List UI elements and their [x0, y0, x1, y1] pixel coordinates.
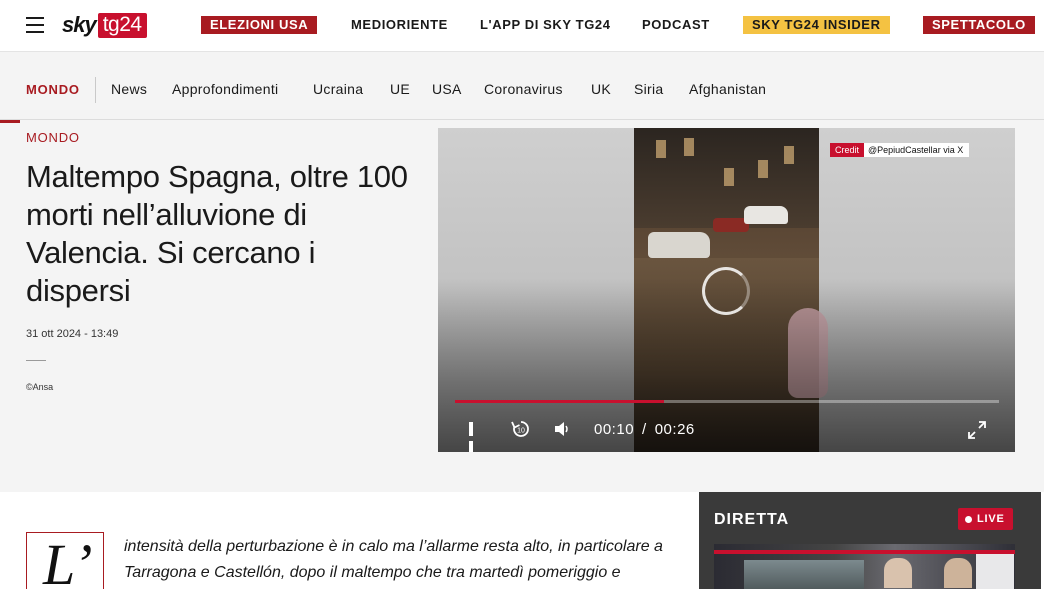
thumb-presenter	[944, 558, 972, 588]
video-window	[784, 146, 794, 164]
sky-tg24-logo[interactable]: sky tg24	[62, 12, 147, 38]
video-time-separator: /	[642, 421, 647, 438]
live-title: DIRETTA	[714, 511, 790, 528]
section-nav-afghanistan[interactable]: Afghanistan	[689, 81, 766, 97]
nav-spettacolo[interactable]: SPETTACOLO	[923, 16, 1035, 34]
article-body: L’ intensità della perturbazione è in ca…	[0, 492, 698, 589]
svg-text:10: 10	[517, 428, 525, 435]
top-header: sky tg24 ELEZIONI USA MEDIORIENTE L'APP …	[0, 0, 1044, 52]
video-current-time: 00:10	[594, 421, 635, 438]
section-nav-uk[interactable]: UK	[591, 81, 611, 97]
article-hero: MONDO Maltempo Spagna, oltre 100 morti n…	[0, 120, 1044, 492]
live-box: DIRETTA LIVE	[699, 492, 1041, 589]
nav-podcast[interactable]: PODCAST	[642, 16, 710, 34]
section-nav-mondo[interactable]: MONDO	[26, 82, 80, 97]
thumb-studio-screen	[744, 560, 864, 589]
photo-credit: ©Ansa	[26, 382, 54, 392]
section-nav-ue[interactable]: UE	[390, 81, 410, 97]
thumb-studio-strip	[714, 550, 1015, 554]
credit-tag: Credit	[830, 143, 865, 157]
section-nav-news[interactable]: News	[111, 81, 147, 97]
dropcap-box: L’	[26, 532, 104, 589]
video-progress-bar[interactable]	[455, 400, 999, 403]
section-nav-coronavirus[interactable]: Coronavirus	[484, 81, 563, 97]
article-date: 31 ott 2024 - 13:49	[26, 328, 119, 340]
logo-sky-text: sky	[62, 12, 97, 37]
nav-medioriente[interactable]: MEDIORIENTE	[351, 16, 448, 34]
video-window	[724, 168, 734, 186]
section-nav-usa[interactable]: USA	[432, 81, 462, 97]
video-progress-fill	[455, 400, 665, 403]
video-window	[684, 138, 694, 156]
live-video-thumbnail[interactable]	[714, 544, 1015, 589]
nav-app-sky-tg24[interactable]: L'APP DI SKY TG24	[480, 16, 611, 34]
section-nav-siria[interactable]: Siria	[634, 81, 664, 97]
section-nav: MONDO News Approfondimenti Ucraina UE US…	[0, 52, 1044, 120]
live-badge-label: LIVE	[977, 513, 1005, 525]
article-kicker[interactable]: MONDO	[26, 130, 80, 145]
thumb-presenter	[884, 558, 912, 588]
live-badge: LIVE	[958, 508, 1013, 530]
video-car	[744, 206, 788, 224]
video-credit: Credit @PepiudCastellar via X	[830, 143, 970, 157]
dropcap-letter: L’	[43, 532, 93, 589]
nav-sky-tg24-insider[interactable]: SKY TG24 INSIDER	[743, 16, 890, 34]
section-nav-approfondimenti[interactable]: Approfondimenti	[172, 81, 278, 97]
live-dot-icon	[965, 515, 972, 523]
video-window	[656, 140, 666, 158]
hamburger-menu-icon[interactable]	[26, 17, 44, 33]
nav-elezioni-usa[interactable]: ELEZIONI USA	[201, 16, 318, 34]
thumb-side-panel	[976, 554, 1014, 589]
section-nav-ucraina[interactable]: Ucraina	[313, 81, 363, 97]
logo-tg24-text: tg24	[97, 12, 147, 38]
video-car	[648, 232, 710, 258]
volume-icon[interactable]	[552, 419, 572, 439]
fullscreen-icon[interactable]	[967, 420, 987, 440]
credit-source: @PepiudCastellar via X	[864, 143, 970, 157]
video-window	[758, 160, 768, 178]
section-nav-divider	[95, 77, 96, 103]
article-headline: Maltempo Spagna, oltre 100 morti nell’al…	[26, 159, 408, 308]
pause-icon[interactable]	[469, 422, 481, 452]
video-player[interactable]: Credit @PepiudCastellar via X 10 00:10/0…	[438, 128, 1015, 452]
active-section-indicator	[0, 120, 20, 123]
article-lead: intensità della perturbazione è in calo …	[124, 538, 663, 581]
replay-10-icon[interactable]: 10	[510, 418, 532, 440]
video-duration: 00:26	[654, 421, 695, 438]
loading-spinner-icon	[702, 267, 750, 315]
meta-divider	[26, 360, 46, 361]
video-timecode: 00:10 / 00:26	[594, 421, 695, 438]
